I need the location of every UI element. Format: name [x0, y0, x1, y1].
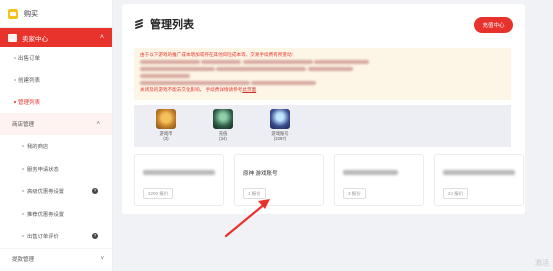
watermark: 激活 [535, 260, 549, 267]
annotation-arrow-icon [224, 199, 270, 238]
